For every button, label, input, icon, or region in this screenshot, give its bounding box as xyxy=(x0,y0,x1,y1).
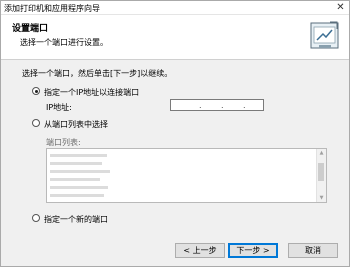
next-button[interactable]: 下一步 > xyxy=(228,243,278,258)
list-item[interactable] xyxy=(50,194,104,197)
window-title: 添加打印机和应用程序向导 xyxy=(4,4,100,13)
list-item[interactable] xyxy=(50,186,108,189)
cancel-button[interactable]: 取消 xyxy=(288,243,338,258)
ip-address-input[interactable]: . . . xyxy=(170,99,264,111)
ip-separator: . xyxy=(221,101,224,110)
back-button[interactable]: < 上一步 xyxy=(175,243,225,258)
ip-separator: . xyxy=(199,101,202,110)
port-list[interactable]: ▲ ▼ xyxy=(46,148,327,203)
port-list-label: 端口列表: xyxy=(46,138,81,147)
scrollbar-thumb[interactable] xyxy=(318,163,324,181)
instruction-text: 选择一个端口，然后单击[下一步]以继续。 xyxy=(22,69,173,78)
page-subtitle: 选择一个端口进行设置。 xyxy=(20,38,108,47)
port-setup-icon xyxy=(310,21,339,49)
list-item[interactable] xyxy=(50,162,102,165)
radio-port-list[interactable] xyxy=(32,119,40,127)
ip-address-label: IP地址: xyxy=(46,103,72,112)
wizard-window: 添加打印机和应用程序向导 ✕ 设置端口 选择一个端口进行设置。 选择一个端口，然… xyxy=(0,0,350,267)
scroll-up-icon[interactable]: ▲ xyxy=(317,149,326,157)
wizard-header: 设置端口 选择一个端口进行设置。 xyxy=(1,15,349,60)
list-item[interactable] xyxy=(50,154,107,157)
ip-separator: . xyxy=(243,101,246,110)
title-bar: 添加打印机和应用程序向导 ✕ xyxy=(1,1,349,15)
page-title: 设置端口 xyxy=(12,24,49,34)
list-item[interactable] xyxy=(50,170,110,173)
list-item[interactable] xyxy=(50,178,100,181)
radio-new-port[interactable] xyxy=(32,214,40,222)
radio-port-list-label[interactable]: 从端口列表中选择 xyxy=(44,119,108,130)
radio-ip-address[interactable] xyxy=(32,87,40,95)
scroll-down-icon[interactable]: ▼ xyxy=(317,194,326,202)
radio-new-port-label[interactable]: 指定一个新的端口 xyxy=(44,214,108,225)
port-list-scrollbar[interactable]: ▲ ▼ xyxy=(316,149,326,202)
radio-ip-address-label[interactable]: 指定一个IP地址以连接端口 xyxy=(44,87,139,98)
close-icon[interactable]: ✕ xyxy=(335,2,346,13)
